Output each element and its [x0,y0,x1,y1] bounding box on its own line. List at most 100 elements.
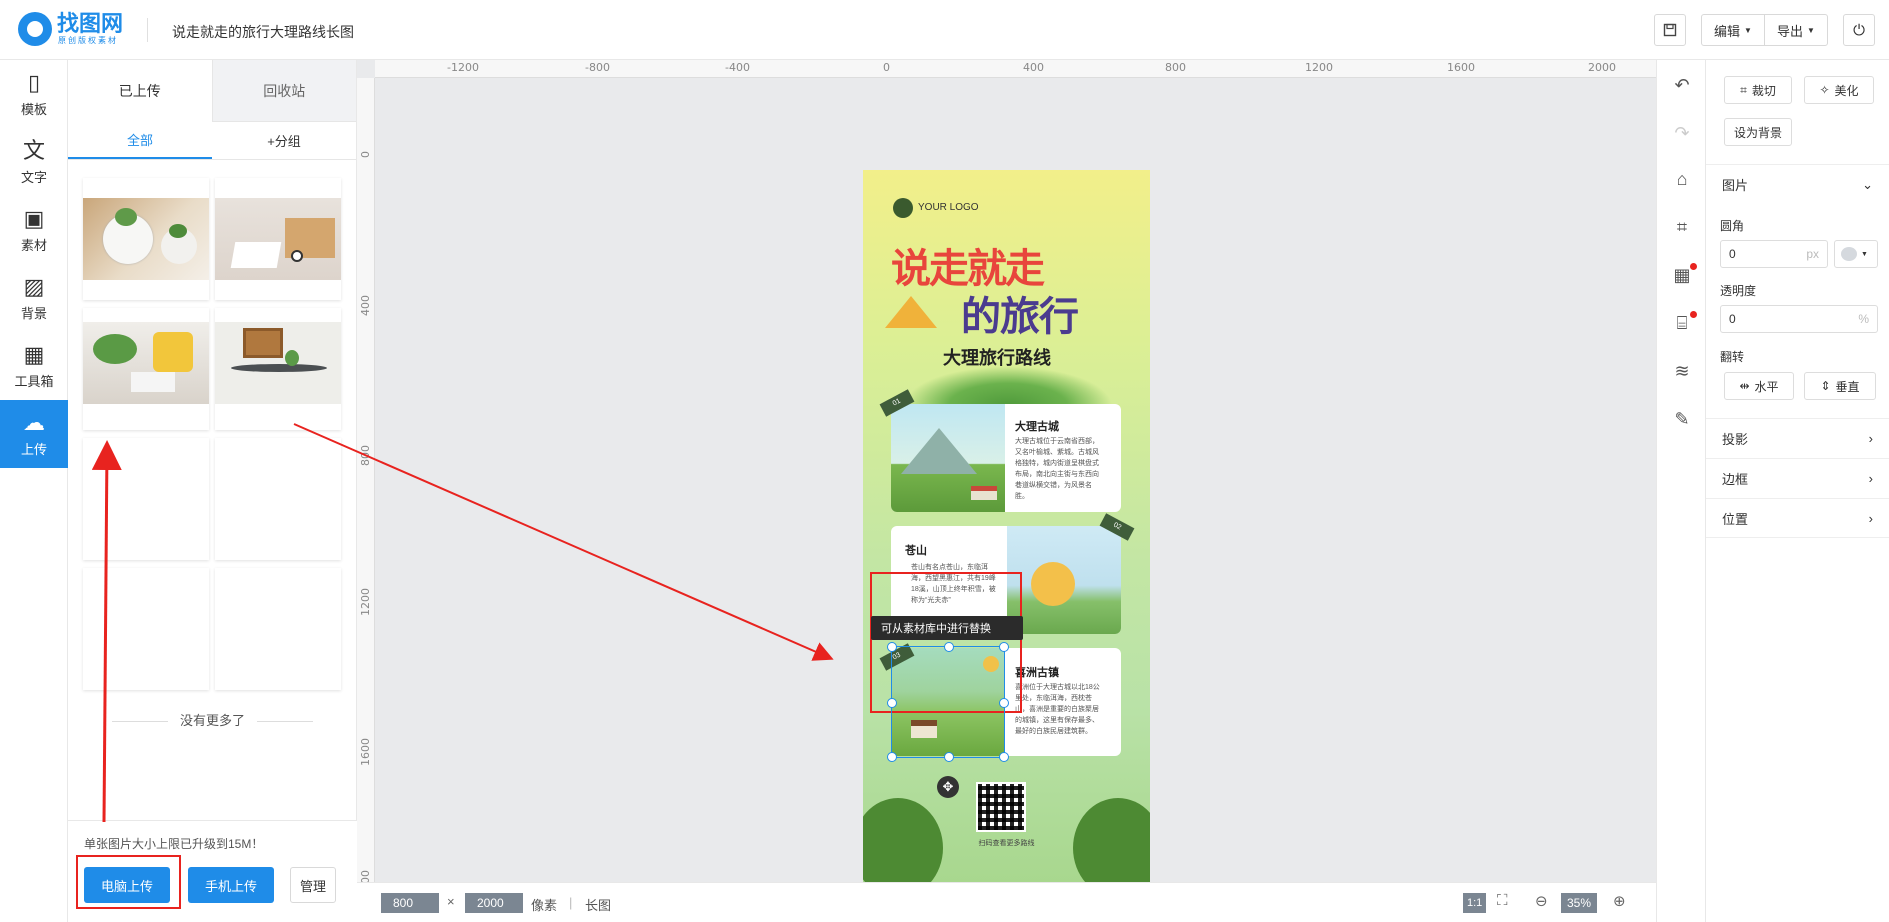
uploaded-image-1[interactable] [83,178,209,300]
uploaded-image-3[interactable] [83,308,209,430]
poster-logo-text[interactable]: YOUR LOGO [918,202,979,213]
ruler-label: 800 [1165,61,1186,74]
poster-canvas[interactable]: YOUR LOGO 说走就走 的旅行 大理旅行路线 大理古城 大理古城位于云南省… [863,170,1150,884]
zoom-in-icon[interactable]: ⊕ [1613,892,1626,910]
document-title[interactable]: 说走就走的旅行大理路线长图 [172,22,354,42]
route-desc: 苍山有名点苍山，东临洱海，西望黑惠江，共有19峰18溪，山顶上终年积雪，被称为“… [911,564,996,604]
section-label: 图片 [1722,178,1749,193]
ruler-label: 400 [359,295,372,316]
flip-horizontal-button[interactable]: ⇹ 水平 [1724,372,1794,400]
radius-color-picker[interactable]: ▼ [1834,240,1878,268]
nav-upload[interactable]: ☁ 上传 [0,400,68,468]
resize-handle[interactable] [944,642,954,652]
ruler-label: -800 [585,61,610,74]
image-icon: ▣ [23,205,45,231]
placeholder-slot [83,438,209,560]
resize-handle[interactable] [887,752,897,762]
height-input[interactable]: 2000 [465,893,523,913]
zoom-out-icon[interactable]: ⊖ [1535,892,1548,910]
nav-text[interactable]: 文文字 [0,128,68,196]
move-handle-icon[interactable]: ✥ [937,776,959,798]
nav-template[interactable]: ▯ 模板 [0,60,68,128]
ruler-label: -1200 [447,61,479,74]
resize-handle[interactable] [887,698,897,708]
horizontal-ruler: -1200 -800 -400 0 400 800 1200 1600 2000 [375,60,1656,78]
section-image[interactable]: 图片 ⌄ [1706,164,1889,204]
section-position[interactable]: 位置 › [1706,498,1889,538]
uploaded-image-2[interactable] [215,178,341,300]
opacity-label: 透明度 [1720,284,1757,298]
flip-vertical-button[interactable]: ⇕ 垂直 [1804,372,1876,400]
resize-handle[interactable] [999,698,1009,708]
ratio-button[interactable]: 1:1 [1463,893,1487,913]
save-icon [1663,23,1677,37]
vertical-ruler: 0 400 800 1200 1600 2000 [357,78,375,882]
bush-graphic [863,798,943,884]
crop-button[interactable]: ⌗ 裁切 [1724,76,1792,104]
grid-icon[interactable]: ▦ [1657,260,1707,290]
fullscreen-icon[interactable]: ⛶ [1497,892,1508,909]
top-bar: 找图网 原创版权素材 说走就走的旅行大理路线长图 编辑 ▼ 导出 ▼ ⏻ [0,0,1889,60]
canvas-area[interactable]: -1200 -800 -400 0 400 800 1200 1600 2000… [357,60,1656,884]
width-input[interactable]: 800 [381,893,439,913]
uploaded-image-4[interactable] [215,308,341,430]
brush-icon[interactable]: ✎ [1657,404,1707,434]
redo-icon[interactable]: ↷ [1657,118,1707,148]
tab-uploaded[interactable]: 已上传 [68,60,212,122]
route-name: 大理古城 [1015,421,1059,433]
crop-tool-icon[interactable]: ⌗ [1657,212,1707,242]
section-label: 投影 [1722,432,1749,447]
qr-code [976,782,1026,832]
resize-handle[interactable] [999,642,1009,652]
route-desc: 大理古城位于云南省西部，又名叶榆城、紫城。古城风格独特，城内街道呈棋盘式布局，南… [1015,438,1099,500]
unit-label: 像素 [531,898,558,913]
section-border[interactable]: 边框 › [1706,458,1889,498]
pc-upload-button[interactable]: 电脑上传 [84,867,170,903]
grass-graphic [903,366,1113,406]
artboard-icon[interactable]: ⌸ [1657,308,1707,338]
opacity-input[interactable]: 0% [1720,305,1878,333]
resize-handle[interactable] [887,642,897,652]
caret-down-icon: ▼ [1807,25,1815,35]
nav-toolbox[interactable]: ▦ 工具箱 [0,332,68,400]
export-dropdown[interactable]: 导出 ▼ [1764,14,1828,46]
radius-value: 0 [1729,247,1736,261]
nav-label: 素材 [20,237,47,253]
beautify-button[interactable]: ✧ 美化 [1804,76,1874,104]
save-button[interactable] [1654,14,1686,46]
replace-tooltip: 可从素材库中进行替换 [871,616,1023,640]
power-button[interactable]: ⏻ [1843,14,1875,46]
set-background-button[interactable]: 设为背景 [1724,118,1792,146]
edit-label: 编辑 [1714,23,1741,39]
ruler-label: -400 [725,61,750,74]
presentation-icon[interactable]: ⌂ [1657,164,1707,194]
nav-background[interactable]: ▨ 背景 [0,264,68,332]
undo-icon[interactable]: ↶ [1657,70,1707,100]
poster-title-line2[interactable]: 的旅行 [961,284,1079,342]
flip-v-label: 垂直 [1835,379,1860,394]
layers-icon[interactable]: ≋ [1657,356,1707,386]
template-icon: ▯ [27,69,41,95]
section-shadow[interactable]: 投影 › [1706,418,1889,458]
caret-down-icon: ▼ [1861,250,1868,258]
chevron-right-icon: › [1868,510,1873,526]
resize-handle[interactable] [944,752,954,762]
subtab-all[interactable]: 全部 [68,122,212,159]
resize-handle[interactable] [999,752,1009,762]
route-card-1[interactable]: 大理古城 大理古城位于云南省西部，又名叶榆城、紫城。古城风格独特，城内街道呈棋盘… [891,404,1121,512]
nav-material[interactable]: ▣ 素材 [0,196,68,264]
brand-logo[interactable]: 找图网 原创版权素材 [18,12,123,46]
nav-label: 模板 [20,101,47,117]
edit-dropdown[interactable]: 编辑 ▼ [1701,14,1765,46]
bush-graphic [1073,798,1150,884]
manage-button[interactable]: 管理 [290,867,336,903]
export-label: 导出 [1777,23,1804,39]
tab-recycle-bin[interactable]: 回收站 [211,60,356,122]
subtab-add-group[interactable]: +分组 [212,122,356,159]
ruler-label: 2000 [1588,61,1616,74]
selection-box[interactable] [887,642,1009,762]
mobile-upload-button[interactable]: 手机上传 [188,867,274,903]
text-icon: 文 [22,137,45,163]
zoom-level[interactable]: 35% [1561,893,1598,913]
radius-input[interactable]: 0 px [1720,240,1828,268]
